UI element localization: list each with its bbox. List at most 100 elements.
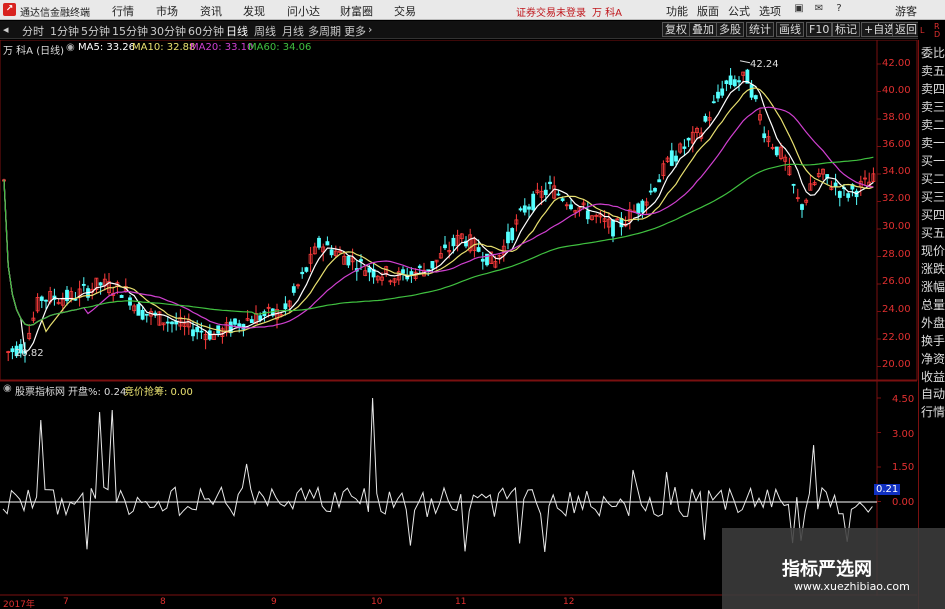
sidebar-sell5: 卖五 — [921, 64, 945, 78]
date-tick: 8 — [160, 597, 166, 607]
duogu-button[interactable]: 多股 — [716, 22, 744, 37]
candle-body — [611, 219, 615, 237]
app-logo-icon: ↗ — [3, 3, 16, 16]
candle-body — [480, 258, 485, 262]
candle-body — [317, 237, 321, 248]
candle-body — [518, 208, 523, 211]
back-icon[interactable]: ◂ — [3, 23, 9, 36]
candle-body — [195, 327, 200, 333]
period-5min[interactable]: 5分钟 — [81, 23, 110, 39]
menu-jiaoyi[interactable]: 交易 — [394, 3, 416, 19]
period-60min[interactable]: 60分钟 — [188, 23, 224, 39]
ma20-line — [3, 106, 874, 329]
candle-body — [732, 79, 737, 87]
sidebar-auto[interactable]: 自动 — [921, 386, 945, 402]
more-arrow-icon[interactable]: › — [368, 23, 372, 36]
price-tick: 22.00 — [882, 332, 911, 343]
price-tick: 38.00 — [882, 112, 911, 123]
candle-body — [417, 265, 422, 268]
period-more[interactable]: 更多 — [344, 23, 366, 39]
candle-body — [136, 304, 141, 316]
biaoji-button[interactable]: 标记 — [832, 22, 860, 37]
candle-body — [165, 321, 170, 324]
price-tick: 30.00 — [882, 221, 911, 232]
period-fenshi[interactable]: 分时 — [22, 23, 44, 39]
quote-sidebar: 委比 卖五 卖四 卖三 卖二 卖一 买一 买二 买三 买四 买五 现价 涨跌 涨… — [918, 40, 945, 609]
price-tick: 32.00 — [882, 193, 911, 204]
period-15min[interactable]: 15分钟 — [112, 23, 148, 39]
candle-body — [837, 191, 842, 198]
sidebar-buy4: 买四 — [921, 208, 945, 222]
menu-hangqing[interactable]: 行情 — [112, 3, 134, 19]
period-multi[interactable]: 多周期 — [308, 23, 341, 39]
candle-body — [258, 315, 263, 321]
login-status[interactable]: 证券交易未登录 — [516, 4, 586, 19]
candle-body — [653, 188, 657, 192]
fuquan-button[interactable]: 复权 — [662, 22, 690, 37]
lr-indicator: L R D — [918, 21, 945, 40]
candle-body — [686, 137, 691, 141]
n-label: D — [934, 30, 941, 39]
candle-body — [749, 84, 754, 98]
candle-body — [409, 271, 414, 275]
date-tick: 12 — [563, 597, 575, 607]
tongji-button[interactable]: 统计 — [746, 22, 774, 37]
candle-body — [10, 348, 15, 353]
menu-shichang[interactable]: 市场 — [156, 3, 178, 19]
huaxian-button[interactable]: 画线 — [776, 22, 804, 37]
sidebar-earnings: 收益 — [921, 370, 945, 384]
candle-body — [569, 204, 573, 210]
menu-banmian[interactable]: 版面 — [697, 3, 719, 19]
diejia-button[interactable]: 叠加 — [689, 22, 717, 37]
message-icon[interactable]: ✉ — [812, 2, 826, 16]
indicator-tick: 0.00 — [892, 497, 915, 508]
app-name: 通达信金融终端 — [20, 8, 90, 19]
candle-body — [39, 296, 44, 301]
candle-body — [774, 146, 779, 156]
candle-body — [636, 203, 641, 214]
f10-button[interactable]: F10 — [806, 22, 833, 37]
sidebar-outer: 外盘 — [921, 316, 945, 330]
candle-body — [543, 189, 548, 195]
sidebar-turnover: 换手 — [921, 334, 945, 348]
sidebar-sell4: 卖四 — [921, 82, 945, 96]
period-1min[interactable]: 1分钟 — [50, 23, 79, 39]
sidebar-quote[interactable]: 行情 — [921, 404, 945, 420]
sidebar-weibi: 委比 — [921, 46, 945, 60]
menu-zixun[interactable]: 资讯 — [200, 3, 222, 19]
price-tick: 20.00 — [882, 359, 911, 370]
return-button[interactable]: 返回 — [892, 22, 920, 37]
help-icon[interactable]: ? — [832, 2, 846, 16]
indicator-open-pct: 开盘%: 0.24 — [68, 387, 127, 398]
l-label: L — [920, 26, 925, 35]
indicator-header: ◉ 股票指标网 开盘%: 0.24 竞价抢筹: 0.00 — [0, 382, 880, 398]
candle-body — [560, 198, 565, 201]
candle-body — [728, 75, 733, 85]
candle-body — [522, 205, 527, 213]
menu-wenxiaoda[interactable]: 问小达 — [287, 3, 320, 19]
menu-caifuquan[interactable]: 财富圈 — [340, 3, 373, 19]
period-month[interactable]: 月线 — [282, 23, 304, 39]
date-tick: 9 — [271, 597, 277, 607]
kline-chart[interactable] — [0, 40, 918, 596]
menu-xuanxiang[interactable]: 选项 — [759, 3, 781, 19]
skin-icon[interactable]: ▣ — [792, 2, 806, 16]
candle-body — [346, 255, 351, 266]
candle-body — [233, 318, 237, 325]
period-week[interactable]: 周线 — [254, 23, 276, 39]
candle-body — [657, 179, 662, 183]
candle-body — [791, 183, 796, 186]
menu-faxian[interactable]: 发现 — [243, 3, 265, 19]
menu-gongshi[interactable]: 公式 — [728, 3, 750, 19]
menu-gongneng[interactable]: 功能 — [666, 3, 688, 19]
period-day[interactable]: 日线 — [226, 23, 248, 39]
candle-body — [170, 321, 174, 325]
period-30min[interactable]: 30分钟 — [150, 23, 186, 39]
candle-body — [703, 115, 708, 122]
date-tick: 7 — [63, 597, 69, 607]
indicator-settings-icon[interactable]: ◉ — [3, 383, 12, 394]
guest-label[interactable]: 游客 — [895, 3, 917, 19]
price-tick: 28.00 — [882, 249, 911, 260]
candle-body — [711, 101, 716, 104]
sidebar-sell2: 卖二 — [921, 118, 945, 132]
